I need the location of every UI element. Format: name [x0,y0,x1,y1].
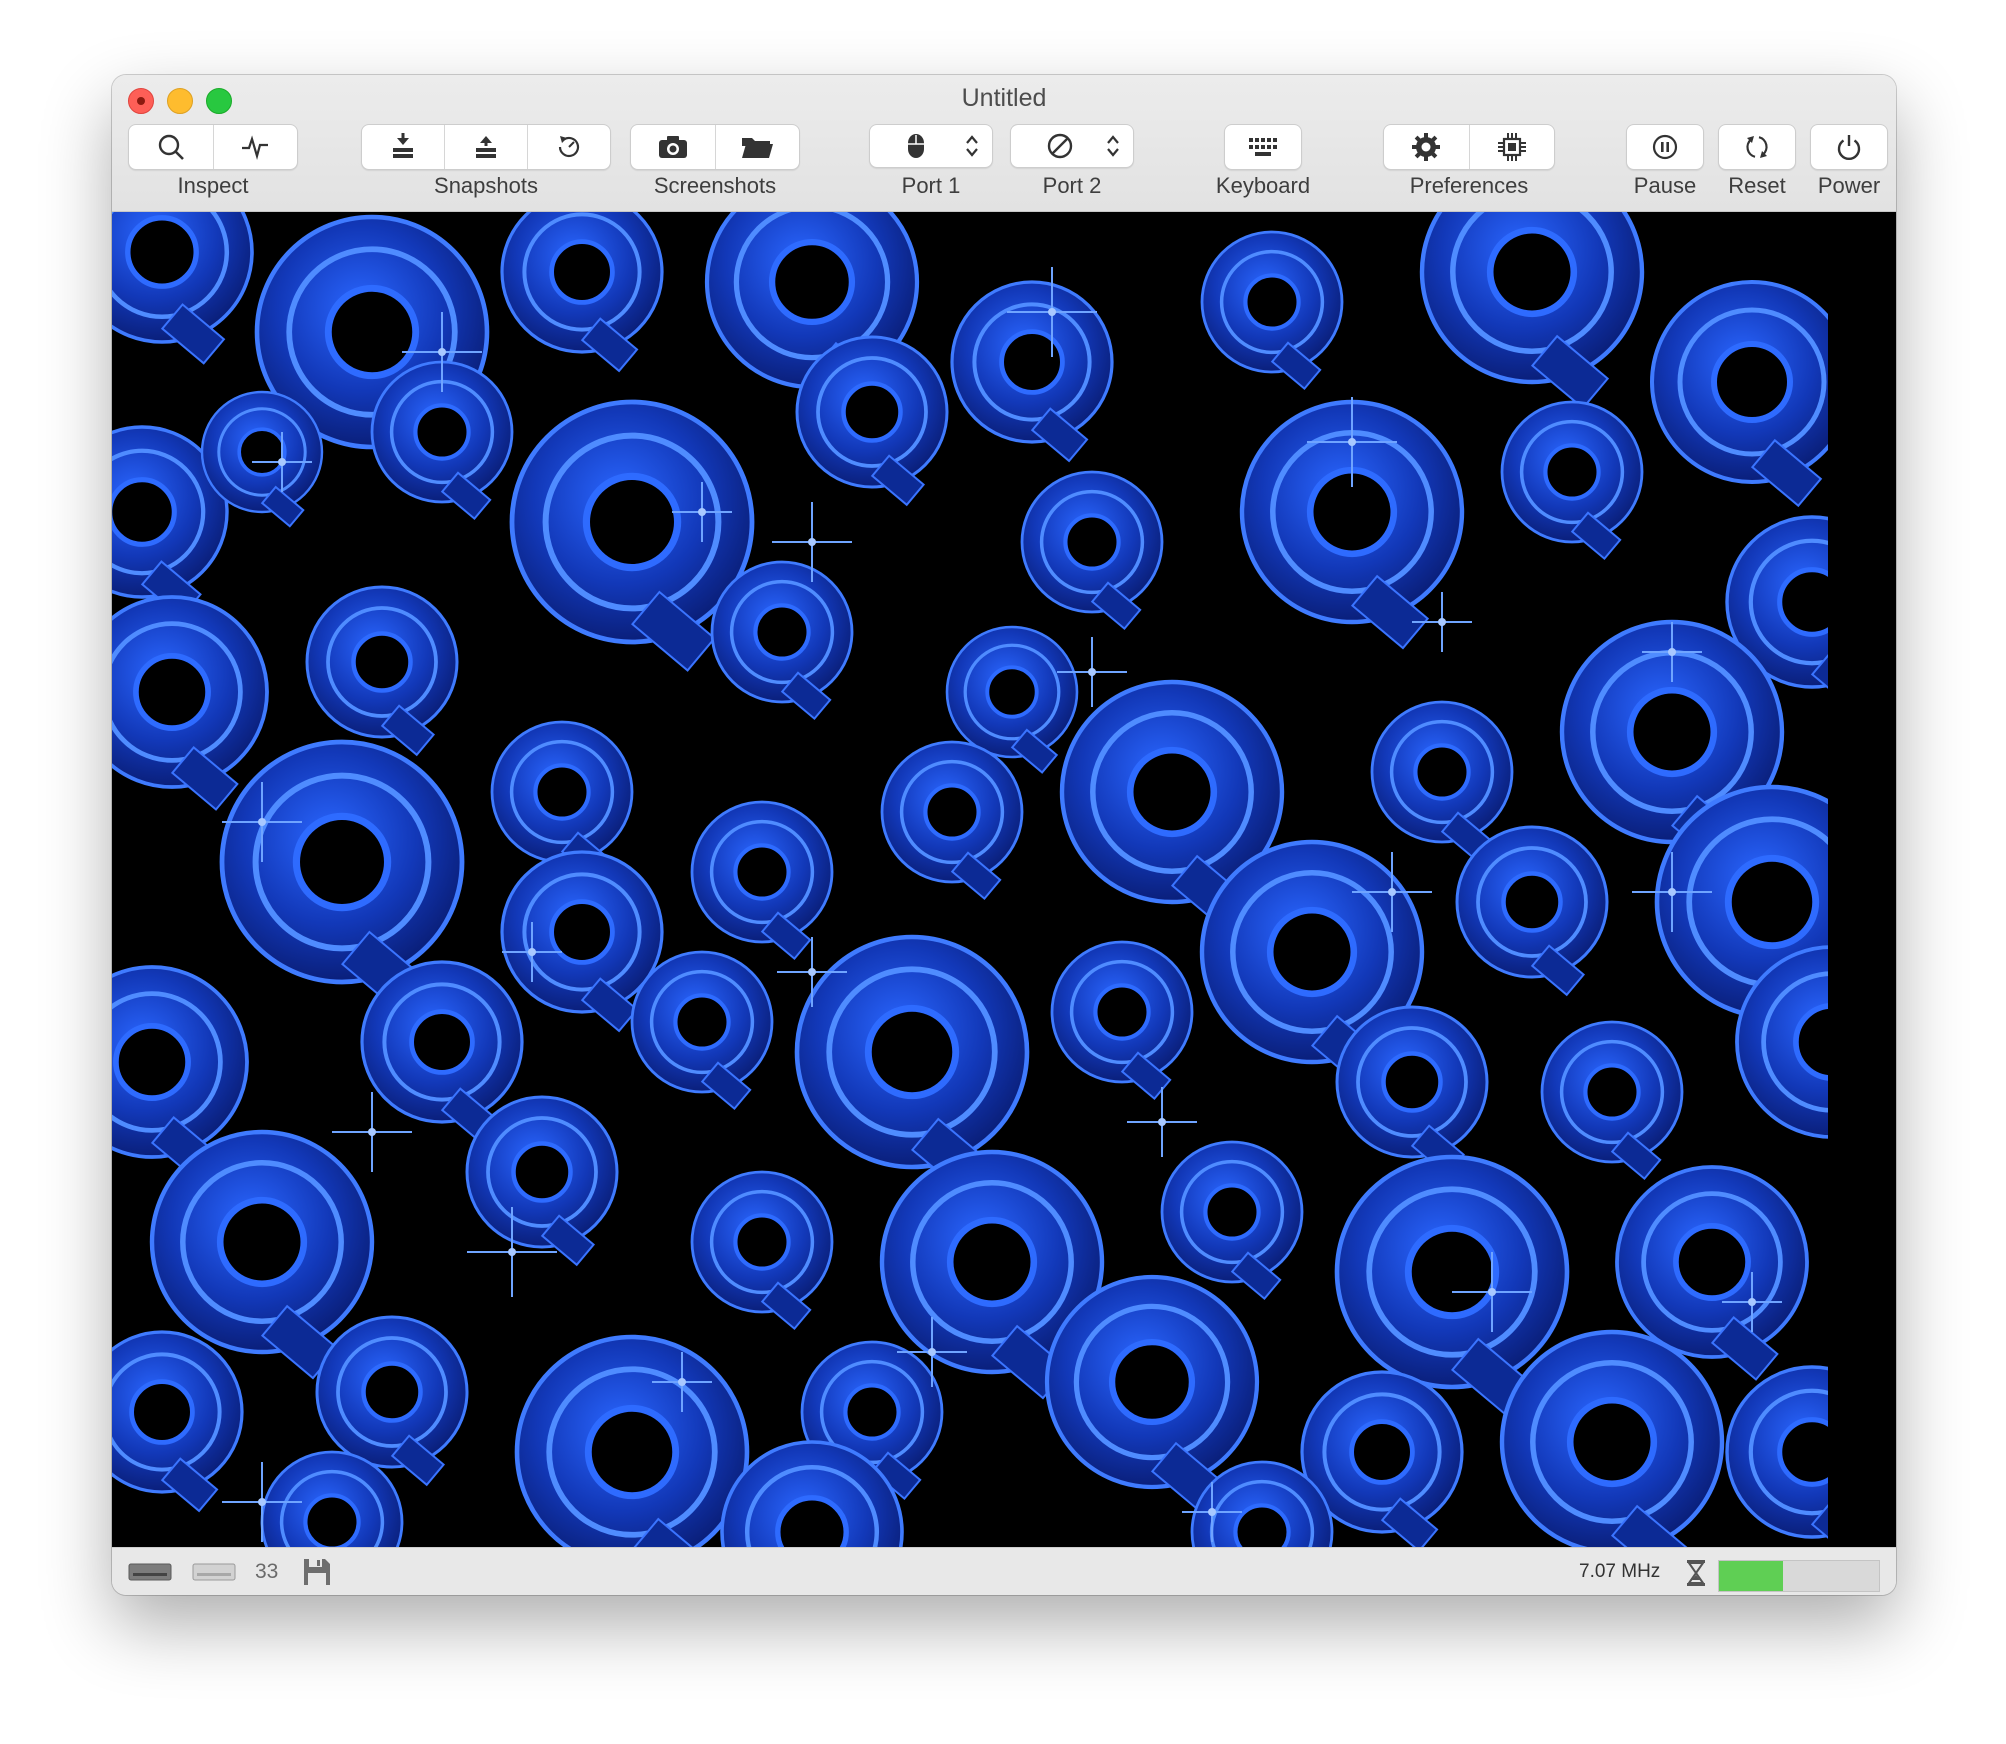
port2-label: Port 2 [1042,173,1102,198]
snapshot-browse-icon [554,132,584,162]
camera-icon [657,132,689,162]
preferences-group: Preferences [1383,124,1555,198]
keyboard-button[interactable] [1225,125,1301,169]
take-snapshot-button[interactable] [362,125,445,169]
power-group: Power [1810,124,1888,198]
snapshot-restore-icon [471,132,501,162]
title-toolbar: Untitled Inspect Snapshots Screenshots P… [112,75,1896,212]
emulator-screen[interactable] [112,212,1896,1547]
activity-icon [240,132,270,162]
pause-button[interactable] [1627,125,1703,169]
drive1-icon[interactable] [128,1561,172,1583]
preferences-label: Preferences [1409,173,1529,198]
reset-label: Reset [1728,173,1786,198]
chip-icon [1496,131,1528,163]
reset-group: Reset [1718,124,1796,198]
keyboard-label: Keyboard [1215,173,1311,198]
keyboard-icon [1247,136,1279,158]
demo-graphics [112,212,1896,1547]
power-label: Power [1817,173,1881,198]
inspect-label: Inspect [177,173,249,198]
gear-icon [1410,131,1442,163]
snapshots-group: Snapshots [361,124,611,198]
power-icon [1834,132,1864,162]
pause-label: Pause [1633,173,1697,198]
browse-screenshots-button[interactable] [716,125,800,169]
floppy-disk-icon[interactable] [302,1557,332,1587]
reset-button[interactable] [1719,125,1795,169]
reset-icon [1742,132,1772,162]
snapshots-label: Snapshots [434,173,538,198]
monitor-button[interactable] [214,125,298,169]
pause-group: Pause [1626,124,1704,198]
browse-snapshots-button[interactable] [528,125,610,169]
none-icon [1045,131,1075,161]
hourglass-icon[interactable] [1685,1558,1707,1588]
port2-group: Port 2 [1010,124,1134,198]
hardware-button[interactable] [1470,125,1555,169]
status-bar: 33 7.07 MHz [112,1547,1896,1595]
magnifier-icon [156,132,186,162]
port1-label: Port 1 [901,173,961,198]
screenshots-label: Screenshots [653,173,777,198]
clock-frequency: 7.07 MHz [1579,1561,1661,1582]
screenshots-group: Screenshots [630,124,800,198]
chevron-updown-icon [1105,132,1121,160]
keyboard-group: Keyboard [1216,124,1310,198]
chevron-updown-icon [964,132,980,160]
snapshot-save-icon [388,132,418,162]
power-button[interactable] [1811,125,1887,169]
inspect-button[interactable] [129,125,214,169]
speed-gauge [1718,1560,1880,1592]
pause-icon [1650,132,1680,162]
preferences-button[interactable] [1384,125,1470,169]
drive2-icon[interactable] [192,1561,236,1583]
folder-icon [740,132,774,162]
speed-gauge-fill [1719,1561,1783,1591]
restore-snapshot-button[interactable] [445,125,528,169]
port2-popup[interactable] [1010,124,1134,168]
mouse-icon [904,131,928,161]
glow-ring [1499,1329,1725,1547]
port1-group: Port 1 [869,124,993,198]
glow-ring [514,1334,750,1547]
emulator-window: Untitled Inspect Snapshots Screenshots P… [112,75,1896,1595]
window-title: Untitled [961,84,1047,112]
inspect-group: Inspect [128,124,298,198]
take-screenshot-button[interactable] [631,125,716,169]
track-number: 33 [255,1560,279,1583]
port1-popup[interactable] [869,124,993,168]
